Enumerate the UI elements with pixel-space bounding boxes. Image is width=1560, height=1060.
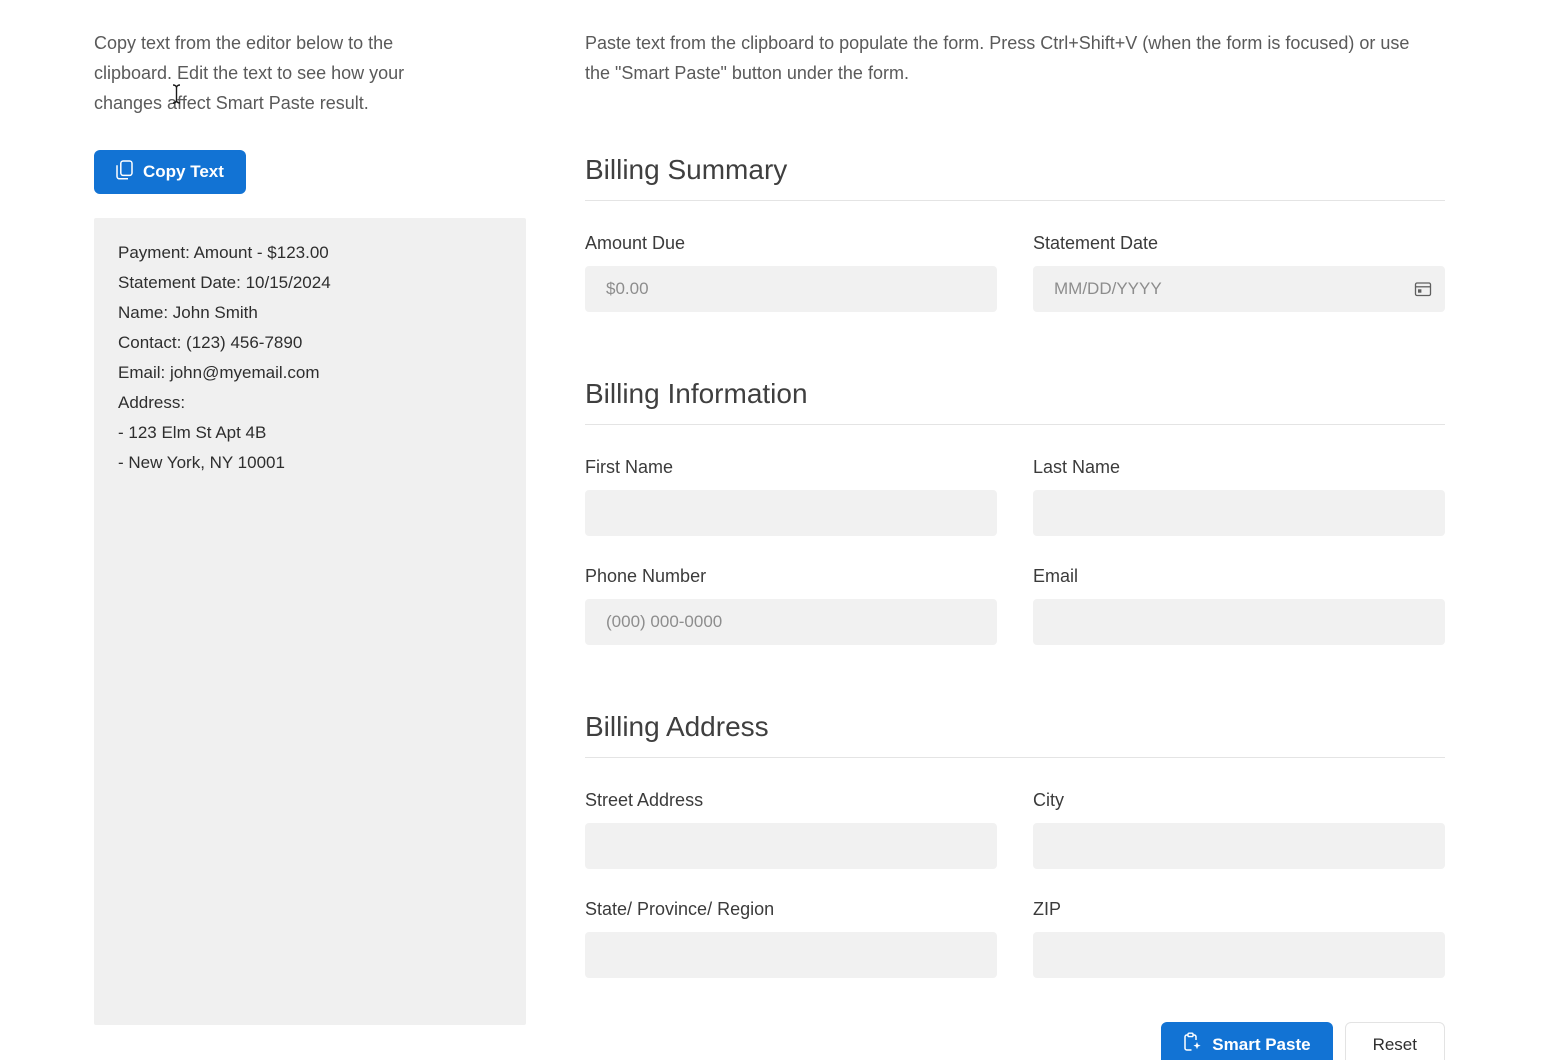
phone-number-label: Phone Number — [585, 566, 707, 586]
zip-input[interactable] — [1033, 932, 1445, 978]
field-zip: ZIP — [1033, 899, 1445, 978]
field-email: Email — [1033, 566, 1445, 645]
field-amount-due: Amount Due — [585, 233, 997, 312]
billing-information-fields: First Name Last Name Phone Number Email — [585, 457, 1445, 645]
editor-line: Payment: Amount - $123.00 — [118, 243, 329, 262]
editor-line: Name: John Smith — [118, 303, 258, 322]
field-last-name: Last Name — [1033, 457, 1445, 536]
billing-form-panel: Paste text from the clipboard to populat… — [585, 28, 1445, 1060]
section-heading-billing-information: Billing Information — [585, 378, 808, 409]
editor-line: - 123 Elm St Apt 4B — [118, 423, 267, 442]
email-input[interactable] — [1033, 599, 1445, 645]
field-statement-date: Statement Date — [1033, 233, 1445, 312]
smart-paste-button[interactable]: Smart Paste — [1161, 1022, 1333, 1060]
field-first-name: First Name — [585, 457, 997, 536]
section-heading-billing-summary: Billing Summary — [585, 154, 788, 185]
last-name-input[interactable] — [1033, 490, 1445, 536]
billing-summary-fields: Amount Due Statement Date — [585, 233, 1445, 312]
reset-button[interactable]: Reset — [1344, 1022, 1445, 1060]
form-actions: Smart Paste Reset — [585, 1022, 1445, 1060]
reset-button-label: Reset — [1372, 1034, 1417, 1054]
street-address-label: Street Address — [585, 790, 704, 810]
city-label: City — [1033, 790, 1064, 810]
smart-paste-button-label: Smart Paste — [1212, 1034, 1311, 1054]
editor-line: Email: john@myemail.com — [118, 363, 320, 382]
editor-line: Contact: (123) 456-7890 — [118, 333, 303, 352]
field-state-province-region: State/ Province/ Region — [585, 899, 997, 978]
billing-address-fields: Street Address City State/ Province/ Reg… — [585, 790, 1445, 978]
copy-icon — [116, 159, 133, 185]
editor-line: Statement Date: 10/15/2024 — [118, 273, 331, 292]
section-heading-billing-address: Billing Address — [585, 711, 769, 742]
email-label: Email — [1033, 566, 1079, 586]
smart-paste-demo-page: Copy text from the editor below to the c… — [0, 0, 1560, 1060]
section-divider — [585, 200, 1445, 201]
state-province-region-input[interactable] — [585, 932, 997, 978]
statement-date-input[interactable] — [1033, 266, 1445, 312]
first-name-label: First Name — [585, 457, 674, 477]
section-divider — [585, 757, 1445, 758]
phone-number-input[interactable] — [585, 599, 997, 645]
last-name-label: Last Name — [1033, 457, 1121, 477]
field-city: City — [1033, 790, 1445, 869]
zip-label: ZIP — [1033, 899, 1062, 919]
first-name-input[interactable] — [585, 490, 997, 536]
editor-line: - New York, NY 10001 — [118, 453, 285, 472]
amount-due-label: Amount Due — [585, 233, 686, 253]
street-address-input[interactable] — [585, 823, 997, 869]
copy-text-button-label: Copy Text — [143, 162, 224, 181]
editor-line: Address: — [118, 393, 186, 412]
statement-date-label: Statement Date — [1033, 233, 1159, 253]
field-phone-number: Phone Number — [585, 566, 997, 645]
copy-text-button[interactable]: Copy Text — [94, 150, 246, 194]
clipboard-text-editor[interactable]: Payment: Amount - $123.00 Statement Date… — [94, 218, 526, 1025]
smart-paste-icon — [1183, 1032, 1202, 1057]
calendar-icon[interactable] — [1414, 280, 1432, 298]
copy-instructions-text: Copy text from the editor below to the c… — [94, 33, 405, 113]
city-input[interactable] — [1033, 823, 1445, 869]
field-street-address: Street Address — [585, 790, 997, 869]
section-divider — [585, 424, 1445, 425]
state-province-region-label: State/ Province/ Region — [585, 899, 775, 919]
copy-source-panel: Copy text from the editor below to the c… — [94, 28, 526, 1025]
amount-due-input[interactable] — [585, 266, 997, 312]
paste-instructions-text: Paste text from the clipboard to populat… — [585, 33, 1410, 83]
